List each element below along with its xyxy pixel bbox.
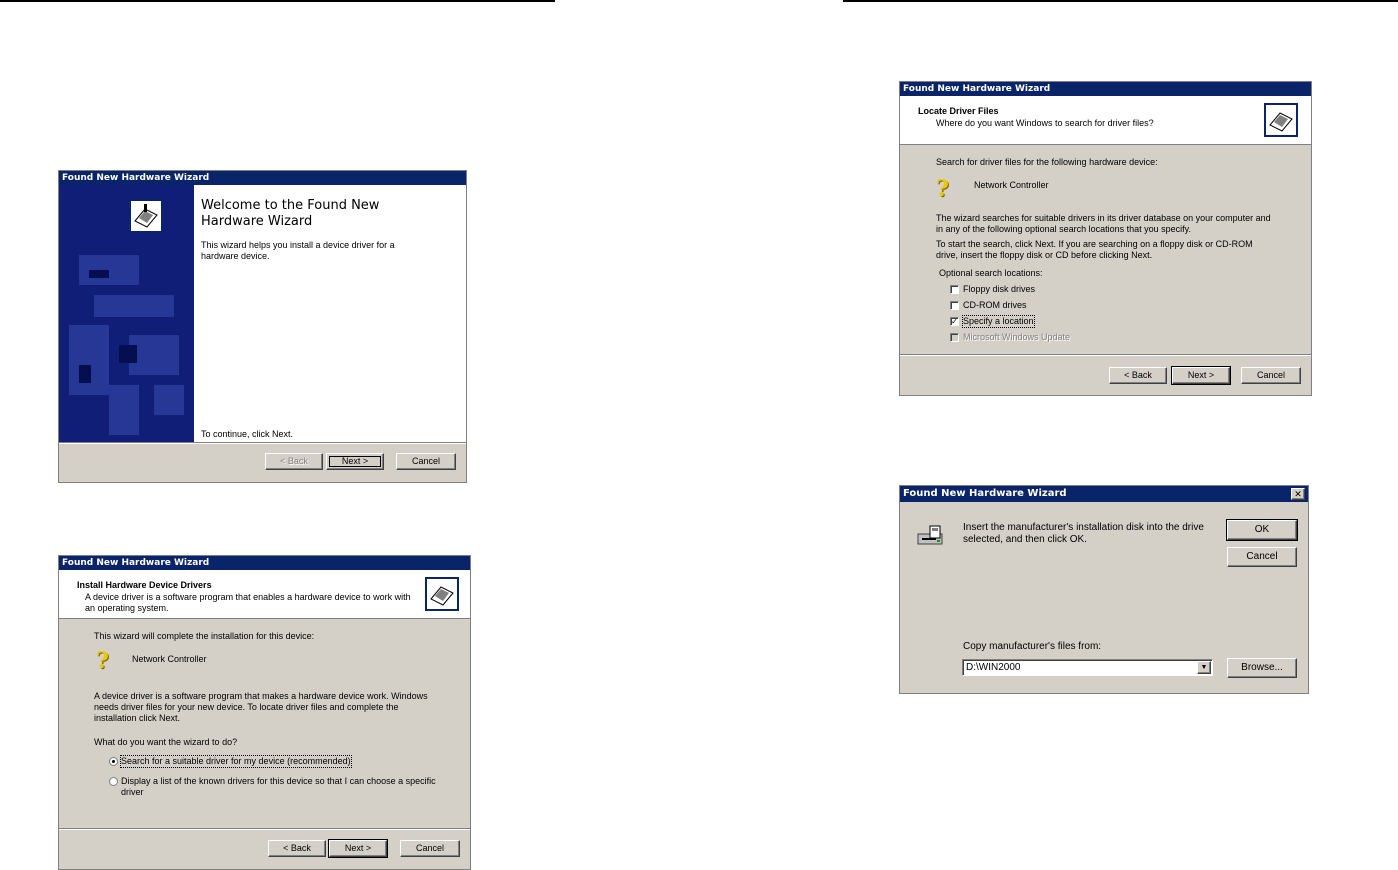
next-button-label: Next > <box>341 456 369 466</box>
wizard-question: What do you want the wizard to do? <box>94 737 238 747</box>
copy-from-label: Copy manufacturer's files from: <box>963 641 1102 652</box>
wizard-subheading: A device driver is a software program th… <box>85 592 411 613</box>
cancel-button-label: Cancel <box>411 456 440 466</box>
insert-disk-dialog: Found New Hardware Wizard ✕ Insert the m… <box>899 485 1309 694</box>
wizard-header-panel: Locate Driver Files Where do you want Wi… <box>900 96 1311 145</box>
cancel-button[interactable]: Cancel <box>1227 547 1297 567</box>
back-button[interactable]: < Back <box>268 840 326 857</box>
wizard-paragraph-2: To start the search, click Next. If you … <box>936 239 1253 260</box>
wizard-paragraph-1: The wizard searches for suitable drivers… <box>936 213 1271 234</box>
wizard-welcome-window: Found New Hardware Wizard Welcome to the… <box>58 170 467 483</box>
hardware-wizard-icon <box>425 577 459 611</box>
cancel-button-label: Cancel <box>1246 551 1278 562</box>
radio-search-driver[interactable] <box>109 757 118 766</box>
unknown-device-icon: ? <box>96 648 109 674</box>
hardware-wizard-icon <box>1264 103 1298 137</box>
close-button[interactable]: ✕ <box>1291 488 1305 500</box>
unknown-device-icon: ? <box>936 176 949 202</box>
window-title: Found New Hardware Wizard <box>59 171 466 185</box>
insert-disk-message: Insert the manufacturer's installation d… <box>963 522 1204 545</box>
button-separator <box>59 828 470 830</box>
optional-locations-label: Optional search locations: <box>939 268 1043 278</box>
wizard-locate-driver-window: Found New Hardware Wizard Locate Driver … <box>899 81 1312 396</box>
checkbox-specify-location-label[interactable]: Specify a location <box>962 315 1035 328</box>
copy-from-combobox[interactable]: D:\WIN2000 ▼ <box>962 659 1213 676</box>
wizard-header-panel: Install Hardware Device Drivers A device… <box>59 570 470 619</box>
browse-button-label: Browse... <box>1241 662 1283 673</box>
checkbox-windows-update-label[interactable]: Microsoft Windows Update <box>963 332 1070 343</box>
wizard-intro-text: Search for driver files for the followin… <box>936 157 1158 167</box>
wizard-intro-text: This wizard helps you install a device d… <box>201 240 395 261</box>
window-title-text: Found New Hardware Wizard <box>903 488 1067 499</box>
device-name: Network Controller <box>974 180 1049 190</box>
back-button-label: < Back <box>1124 370 1152 380</box>
window-title: Found New Hardware Wizard <box>900 486 1308 502</box>
next-button[interactable]: Next > <box>1171 366 1231 385</box>
wizard-heading: Welcome to the Found New Hardware Wizard <box>201 198 380 229</box>
next-button[interactable]: Next > <box>326 453 384 470</box>
wizard-footer-text: To continue, click Next. <box>201 429 294 439</box>
window-title: Found New Hardware Wizard <box>900 82 1311 96</box>
next-button-label: Next > <box>344 843 372 853</box>
close-icon: ✕ <box>1294 489 1302 499</box>
checkbox-windows-update[interactable] <box>950 333 959 342</box>
radio-display-list[interactable] <box>109 777 118 786</box>
checkbox-specify-location[interactable]: ✓ <box>950 317 959 326</box>
wizard-heading: Install Hardware Device Drivers <box>77 580 212 590</box>
back-button-label: < Back <box>283 843 311 853</box>
browse-button[interactable]: Browse... <box>1227 658 1297 678</box>
top-rule-right <box>843 0 1398 2</box>
cancel-button[interactable]: Cancel <box>400 840 460 857</box>
top-rule-left <box>0 0 555 2</box>
wizard-content-panel: Welcome to the Found New Hardware Wizard… <box>194 185 466 442</box>
ok-button-label: OK <box>1254 524 1270 535</box>
hardware-wizard-icon <box>129 199 163 233</box>
chevron-down-icon: ▼ <box>1200 664 1208 671</box>
cancel-button[interactable]: Cancel <box>1241 367 1301 384</box>
dropdown-button[interactable]: ▼ <box>1197 661 1211 674</box>
cancel-button[interactable]: Cancel <box>396 453 456 470</box>
checkbox-cdrom[interactable] <box>950 301 959 310</box>
next-button[interactable]: Next > <box>328 839 388 858</box>
cancel-button-label: Cancel <box>1256 370 1285 380</box>
wizard-side-graphic <box>59 185 194 442</box>
radio-search-driver-label[interactable]: Search for a suitable driver for my devi… <box>120 755 352 768</box>
checkbox-cdrom-label[interactable]: CD-ROM drives <box>963 300 1027 311</box>
wizard-intro-text: This wizard will complete the installati… <box>94 631 315 641</box>
copy-from-value[interactable]: D:\WIN2000 <box>966 662 1020 674</box>
ok-button[interactable]: OK <box>1226 519 1298 541</box>
button-separator <box>59 442 466 444</box>
device-name: Network Controller <box>132 654 207 664</box>
window-title: Found New Hardware Wizard <box>59 556 470 570</box>
wizard-heading: Locate Driver Files <box>918 106 999 116</box>
back-button-label: < Back <box>280 456 308 466</box>
back-button[interactable]: < Back <box>1109 367 1167 384</box>
button-separator <box>900 354 1311 356</box>
wizard-install-drivers-window: Found New Hardware Wizard Install Hardwa… <box>58 555 471 870</box>
wizard-subheading: Where do you want Windows to search for … <box>936 118 1154 128</box>
cancel-button-label: Cancel <box>415 843 444 853</box>
wizard-side-graphic-art <box>59 185 194 442</box>
back-button[interactable]: < Back <box>265 453 323 470</box>
checkbox-floppy[interactable] <box>950 285 959 294</box>
disk-drive-icon <box>916 524 944 548</box>
next-button-label: Next > <box>1187 370 1215 380</box>
wizard-description: A device driver is a software program th… <box>94 691 428 723</box>
radio-display-list-label[interactable]: Display a list of the known drivers for … <box>121 776 441 798</box>
checkbox-floppy-label[interactable]: Floppy disk drives <box>963 284 1035 295</box>
